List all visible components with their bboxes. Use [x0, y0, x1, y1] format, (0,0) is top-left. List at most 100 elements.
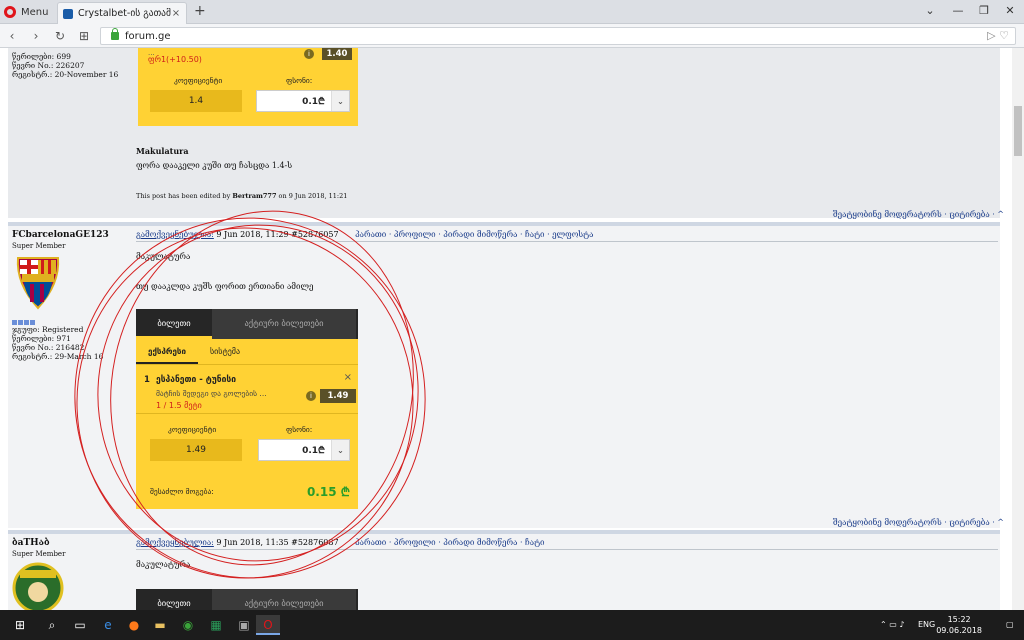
favicon-icon: [63, 8, 73, 19]
chevron-down-icon[interactable]: ⌄: [331, 91, 349, 111]
user-stat: წევრი No.: 216482: [12, 343, 85, 352]
windows-taskbar: ⊞ ⌕ ▭ e ● ▬ ◉ ▦ ▣ O ⌃ ▭ ♪ ENG 15:22 09.0…: [0, 610, 1024, 640]
user-avatar: [12, 562, 64, 610]
address-bar-row: ‹ › ↻ ⊞ forum.ge ▷ ♡: [0, 24, 1024, 48]
user-stat: წერილები: 971: [12, 334, 71, 343]
coef-label: კოეფიციენტი: [174, 76, 223, 85]
post-footer-actions[interactable]: შეატყობინე მოდერატორს · ციტირება · ^: [833, 210, 1004, 219]
betslip-widget: ბილეთი აქტიური ბილეთები ექსპრესი სისტემა…: [136, 309, 358, 509]
selection-pick: 1 / 1.5 მეტი: [156, 401, 202, 410]
url-field[interactable]: forum.ge ▷ ♡: [100, 27, 1016, 45]
payout-value: 0.15 ₾: [306, 485, 350, 499]
quote-author: Makulatura: [136, 146, 189, 156]
payout-label: შესაძლო მოგება:: [150, 487, 214, 496]
speed-dial-icon[interactable]: ⊞: [76, 27, 92, 45]
vertical-scrollbar[interactable]: [1012, 48, 1024, 610]
clock[interactable]: 15:22 09.06.2018: [936, 614, 982, 636]
post-permalink[interactable]: გამოქვეყნებულია:: [136, 230, 214, 239]
browser-tab-bar: Menu Crystalbet-ის გათამაშუ… × + ⌄ — ❐ ✕: [0, 0, 1024, 24]
post-user-actions[interactable]: პარათი · პროფილი · პირადი მიმოწერა · ჩატ…: [355, 538, 544, 547]
new-tab-button[interactable]: +: [194, 3, 206, 19]
task-view-icon[interactable]: ▭: [70, 615, 90, 635]
coef-label: კოეფიციენტი: [168, 425, 217, 434]
post-line: მაკულატურა: [136, 252, 191, 261]
info-icon[interactable]: i: [306, 391, 316, 401]
back-icon[interactable]: ‹: [4, 27, 20, 45]
forum-page: წერილები: 699 წევრი No.: 226207 რეგისტრ.…: [0, 48, 1012, 610]
browser-tab[interactable]: Crystalbet-ის გათამაშუ… ×: [57, 2, 187, 24]
stake-input[interactable]: 0.1₾ ⌄: [256, 90, 350, 112]
opera-menu-button[interactable]: Menu: [4, 3, 48, 21]
user-stat: რეგისტრ.: 29-March 16: [12, 352, 104, 361]
language-indicator[interactable]: ENG: [918, 610, 935, 640]
search-icon[interactable]: ⌕: [42, 615, 62, 635]
forward-icon[interactable]: ›: [28, 27, 44, 45]
post-id: #52876057: [288, 230, 339, 239]
post-text: ფორა დააკელი კუში თუ ჩასცდა 1.4-ს: [136, 161, 293, 170]
post-user-actions[interactable]: პარათი · პროფილი · პირადი მიმოწერა · ჩატ…: [355, 230, 593, 239]
windows-start-icon[interactable]: ⊞: [10, 615, 30, 635]
tab-active-tickets[interactable]: აქტიური ბილეთები: [212, 309, 356, 339]
firefox-icon[interactable]: ●: [124, 615, 144, 635]
window-extra-button[interactable]: ⌄: [916, 0, 944, 24]
market-name: მატჩის შედეგი და გოლების ...: [156, 389, 267, 398]
tab-title: Crystalbet-ის გათამაშუ…: [78, 8, 171, 19]
stake-value: 0.1₾: [302, 446, 325, 456]
coef-value: 1.49: [150, 439, 242, 461]
betslip-widget: ... ფრ1(+10.50) i 1.40 კოეფიციენტი ფსონი…: [138, 48, 358, 126]
bookmark-heart-icon[interactable]: ▷ ♡: [987, 29, 1009, 42]
subtab-express[interactable]: ექსპრესი: [136, 339, 198, 364]
user-panel: წერილები: 699 წევრი No.: 226207 რეგისტრ.…: [8, 48, 132, 83]
remove-selection-icon[interactable]: ×: [344, 372, 352, 383]
app-icon[interactable]: ▣: [234, 615, 254, 635]
edge-icon[interactable]: e: [98, 615, 118, 635]
slip-tabs: ბილეთი აქტიური ბილეთები: [136, 589, 358, 610]
username[interactable]: FCbarcelonaGE123: [12, 230, 128, 240]
post-date: 9 Jun 2018, 11:35: [213, 538, 289, 547]
excel-icon[interactable]: ▦: [206, 615, 226, 635]
reload-icon[interactable]: ↻: [52, 27, 68, 45]
info-icon[interactable]: i: [304, 49, 314, 59]
post-line: თუ დააკლდა კუშს ფორით ერთიანი ამილე: [136, 282, 314, 291]
edit-user[interactable]: Bertram777: [232, 192, 276, 200]
chevron-down-icon[interactable]: ⌄: [331, 440, 349, 460]
notifications-icon[interactable]: ▢: [1006, 610, 1014, 640]
match-name: ესპანეთი - ტუნისი: [156, 375, 236, 385]
opera-logo-icon: [4, 6, 16, 18]
odds-badge: 1.49: [320, 389, 356, 403]
opera-taskbar-icon[interactable]: O: [256, 615, 280, 635]
user-panel: FCbarcelonaGE123 Super Member ჯგუფი: Reg…: [8, 226, 132, 365]
tab-close-icon[interactable]: ×: [171, 8, 181, 19]
slip-pick: ფრ1(+10.50): [148, 55, 202, 64]
edit-note: This post has been edited by Bertram777 …: [136, 192, 347, 200]
tab-active-tickets[interactable]: აქტიური ბილეთები: [212, 589, 356, 610]
tray-icons[interactable]: ⌃ ▭ ♪: [880, 610, 904, 640]
minimize-button[interactable]: —: [944, 0, 972, 24]
user-stat: რეგისტრ.: 20-November 16: [12, 70, 119, 79]
file-explorer-icon[interactable]: ▬: [150, 615, 170, 635]
post-header: გამოქვეყნებულია: 9 Jun 2018, 11:29 #5287…: [136, 230, 998, 242]
user-panel: ბaTHაბ Super Member: [8, 534, 132, 610]
url-text: forum.ge: [125, 30, 171, 42]
post-footer-actions[interactable]: შეატყობინე მოდერატორს · ციტირება · ^: [833, 518, 1004, 527]
subtab-system[interactable]: სისტემა: [198, 339, 252, 364]
stake-input[interactable]: 0.1₾ ⌄: [258, 439, 350, 461]
chrome-icon[interactable]: ◉: [178, 615, 198, 635]
username[interactable]: ბaTHაბ: [12, 538, 128, 548]
post-1: წერილები: 699 წევრი No.: 226207 რეგისტრ.…: [8, 48, 1000, 218]
post-date: 9 Jun 2018, 11:29: [213, 230, 289, 239]
edit-note-prefix: This post has been edited by: [136, 192, 233, 200]
user-rank: Super Member: [12, 242, 66, 250]
selection-number: 1: [144, 375, 150, 385]
post-permalink[interactable]: გამოქვეყნებულია:: [136, 538, 214, 547]
clock-time: 15:22: [947, 615, 971, 624]
post-3: ბaTHაბ Super Member გამოქვეყნებულია: 9 J…: [8, 534, 1000, 610]
close-window-button[interactable]: ✕: [996, 0, 1024, 24]
post-2: FCbarcelonaGE123 Super Member ჯგუფი: Reg…: [8, 226, 1000, 528]
tab-ticket[interactable]: ბილეთი: [136, 309, 212, 339]
lock-icon: [111, 28, 119, 40]
scrollbar-thumb[interactable]: [1014, 106, 1022, 156]
restore-button[interactable]: ❐: [970, 0, 998, 24]
tab-ticket[interactable]: ბილეთი: [136, 589, 212, 610]
slip-subtabs: ექსპრესი სისტემა: [136, 339, 358, 365]
